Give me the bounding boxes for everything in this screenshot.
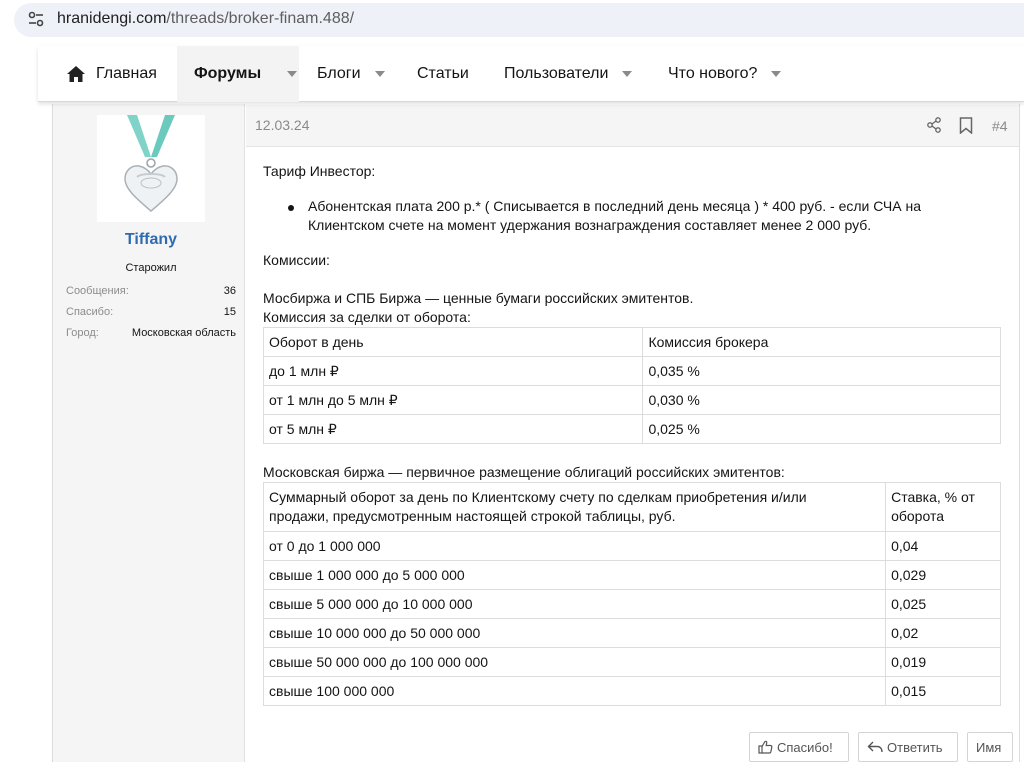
section1-title: Мосбиржа и СПБ Биржа — ценные бумаги рос… [263, 290, 694, 306]
header-line: продажи, предусмотренным настоящей строк… [269, 508, 676, 524]
commission-table: Оборот в день Комиссия брокера до 1 млн … [262, 327, 1001, 444]
table-row: свыше 1 000 000 до 5 000 000 0,029 [262, 560, 1001, 590]
table-cell: свыше 5 000 000 до 10 000 000 [262, 589, 887, 619]
post-date[interactable]: 12.03.24 [255, 117, 310, 133]
like-label: Спасибо! [777, 739, 833, 755]
table-header-cell: Комиссия брокера [642, 327, 1001, 357]
chevron-down-icon[interactable] [374, 71, 385, 77]
stat-messages: Сообщения: 36 [66, 285, 236, 297]
post-number[interactable]: #4 [992, 118, 1008, 134]
section2-title: Московская биржа — первичное размещение … [263, 464, 785, 480]
table-header-row: Оборот в день Комиссия брокера [262, 327, 1001, 357]
browser-address-bar: hranidengi.com/threads/broker-finam.488/ [0, 0, 1024, 38]
table-cell: от 0 до 1 000 000 [262, 531, 887, 561]
table-row: свыше 100 000 000 0,015 [262, 676, 1001, 706]
url-host: hranidengi.com [57, 10, 167, 27]
thumbs-up-icon [758, 740, 773, 754]
bookmark-icon[interactable] [959, 117, 973, 134]
name-button[interactable]: Имя [967, 732, 1013, 762]
table-header-row: Суммарный оборот за день по Клиентскому … [262, 482, 1001, 532]
url-path: /threads/broker-finam.488/ [166, 10, 355, 27]
user-avatar[interactable] [97, 115, 205, 222]
commissions-heading: Комиссии: [263, 252, 330, 268]
forums-menu-toggle[interactable] [273, 46, 297, 102]
reply-label: Ответить [887, 739, 943, 755]
post-header [246, 105, 1019, 147]
stat-value[interactable]: 36 [224, 285, 236, 297]
site-settings-icon[interactable] [26, 9, 46, 29]
nav-label-home: Главная [96, 65, 157, 82]
bullet-text-line1: Абонентская плата 200 р.* ( Списывается … [308, 198, 921, 214]
username-box: Tiffany [66, 231, 236, 257]
stat-label: Город: [66, 327, 99, 339]
main-nav: Главная Форумы Блоги Статьи Пользователи… [38, 46, 1024, 102]
stat-value: 15 [223, 306, 236, 318]
table-header-cell: Ставка, % от оборота [885, 482, 1001, 532]
table-cell: 0,035 % [642, 356, 1001, 386]
table-cell: от 1 млн до 5 млн ₽ [262, 385, 644, 415]
table-cell: 0,025 % [642, 414, 1001, 444]
stat-thanks: Спасибо: 15 [66, 306, 236, 318]
nav-item-articles[interactable]: Статьи [417, 46, 469, 102]
stat-value: Московская область [131, 327, 236, 339]
table-cell: 0,04 [885, 531, 1001, 561]
bullet-text-line2: Клиентском счете на момент удержания воз… [308, 217, 872, 233]
url-text[interactable]: hranidengi.com/threads/broker-finam.488/ [57, 10, 354, 28]
nav-label-users: Пользователи [504, 65, 609, 82]
username[interactable]: Tiffany [125, 231, 177, 248]
table-row: свыше 50 000 000 до 100 000 000 0,019 [262, 647, 1001, 677]
table-cell: свыше 1 000 000 до 5 000 000 [262, 560, 887, 590]
name-label: Имя [976, 739, 1002, 755]
chevron-down-icon[interactable] [622, 71, 633, 77]
table-cell: от 5 млн ₽ [262, 414, 644, 444]
table-cell: 0,015 [885, 676, 1001, 706]
stat-label: Сообщения: [66, 285, 129, 297]
like-button[interactable]: Спасибо! [749, 732, 849, 762]
nav-label-whats-new: Что нового? [668, 65, 758, 82]
share-icon[interactable] [926, 117, 942, 133]
table-cell: 0,025 [885, 589, 1001, 619]
bond-rate-table: Суммарный оборот за день по Клиентскому … [262, 482, 1001, 706]
nav-label-articles: Статьи [417, 65, 469, 82]
header-line: оборота [891, 508, 944, 524]
nav-item-blogs[interactable]: Блоги [317, 46, 385, 102]
table-cell: 0,029 [885, 560, 1001, 590]
table-row: от 1 млн до 5 млн ₽ 0,030 % [262, 385, 1001, 415]
nav-label-forums: Форумы [194, 65, 262, 82]
table-row: свыше 5 000 000 до 10 000 000 0,025 [262, 589, 1001, 619]
table-header-cell: Оборот в день [262, 327, 644, 357]
reply-button[interactable]: Ответить [858, 732, 958, 762]
reply-icon [867, 741, 883, 753]
table-cell: 0,019 [885, 647, 1001, 677]
chevron-down-icon[interactable] [771, 71, 782, 77]
table-cell: 0,02 [885, 618, 1001, 648]
table-cell: 0,030 % [642, 385, 1001, 415]
table-header-cell: Суммарный оборот за день по Клиентскому … [262, 482, 887, 532]
nav-item-home[interactable]: Главная [66, 46, 157, 102]
table-row: до 1 млн ₽ 0,035 % [262, 356, 1001, 386]
table-row: свыше 10 000 000 до 50 000 000 0,02 [262, 618, 1001, 648]
home-icon [67, 66, 85, 82]
bullet-marker [288, 205, 294, 211]
table-row: от 5 млн ₽ 0,025 % [262, 414, 1001, 444]
section1-subtitle: Комиссия за сделки от оборота: [263, 309, 471, 325]
stat-label: Спасибо: [66, 306, 114, 318]
nav-item-users[interactable]: Пользователи [504, 46, 633, 102]
tariff-title: Тариф Инвестор: [263, 163, 376, 179]
nav-label-blogs: Блоги [317, 65, 361, 82]
user-title: Старожил [125, 262, 177, 274]
nav-item-whats-new[interactable]: Что нового? [668, 46, 782, 102]
table-cell: свыше 10 000 000 до 50 000 000 [262, 618, 887, 648]
header-line: Ставка, % от [891, 489, 975, 505]
table-cell: свыше 100 000 000 [262, 676, 887, 706]
chevron-down-icon [287, 71, 297, 77]
table-cell: свыше 50 000 000 до 100 000 000 [262, 647, 887, 677]
header-line: Суммарный оборот за день по Клиентскому … [269, 489, 807, 505]
table-row: от 0 до 1 000 000 0,04 [262, 531, 1001, 561]
table-cell: до 1 млн ₽ [262, 356, 644, 386]
stat-city: Город: Московская область [66, 327, 236, 339]
